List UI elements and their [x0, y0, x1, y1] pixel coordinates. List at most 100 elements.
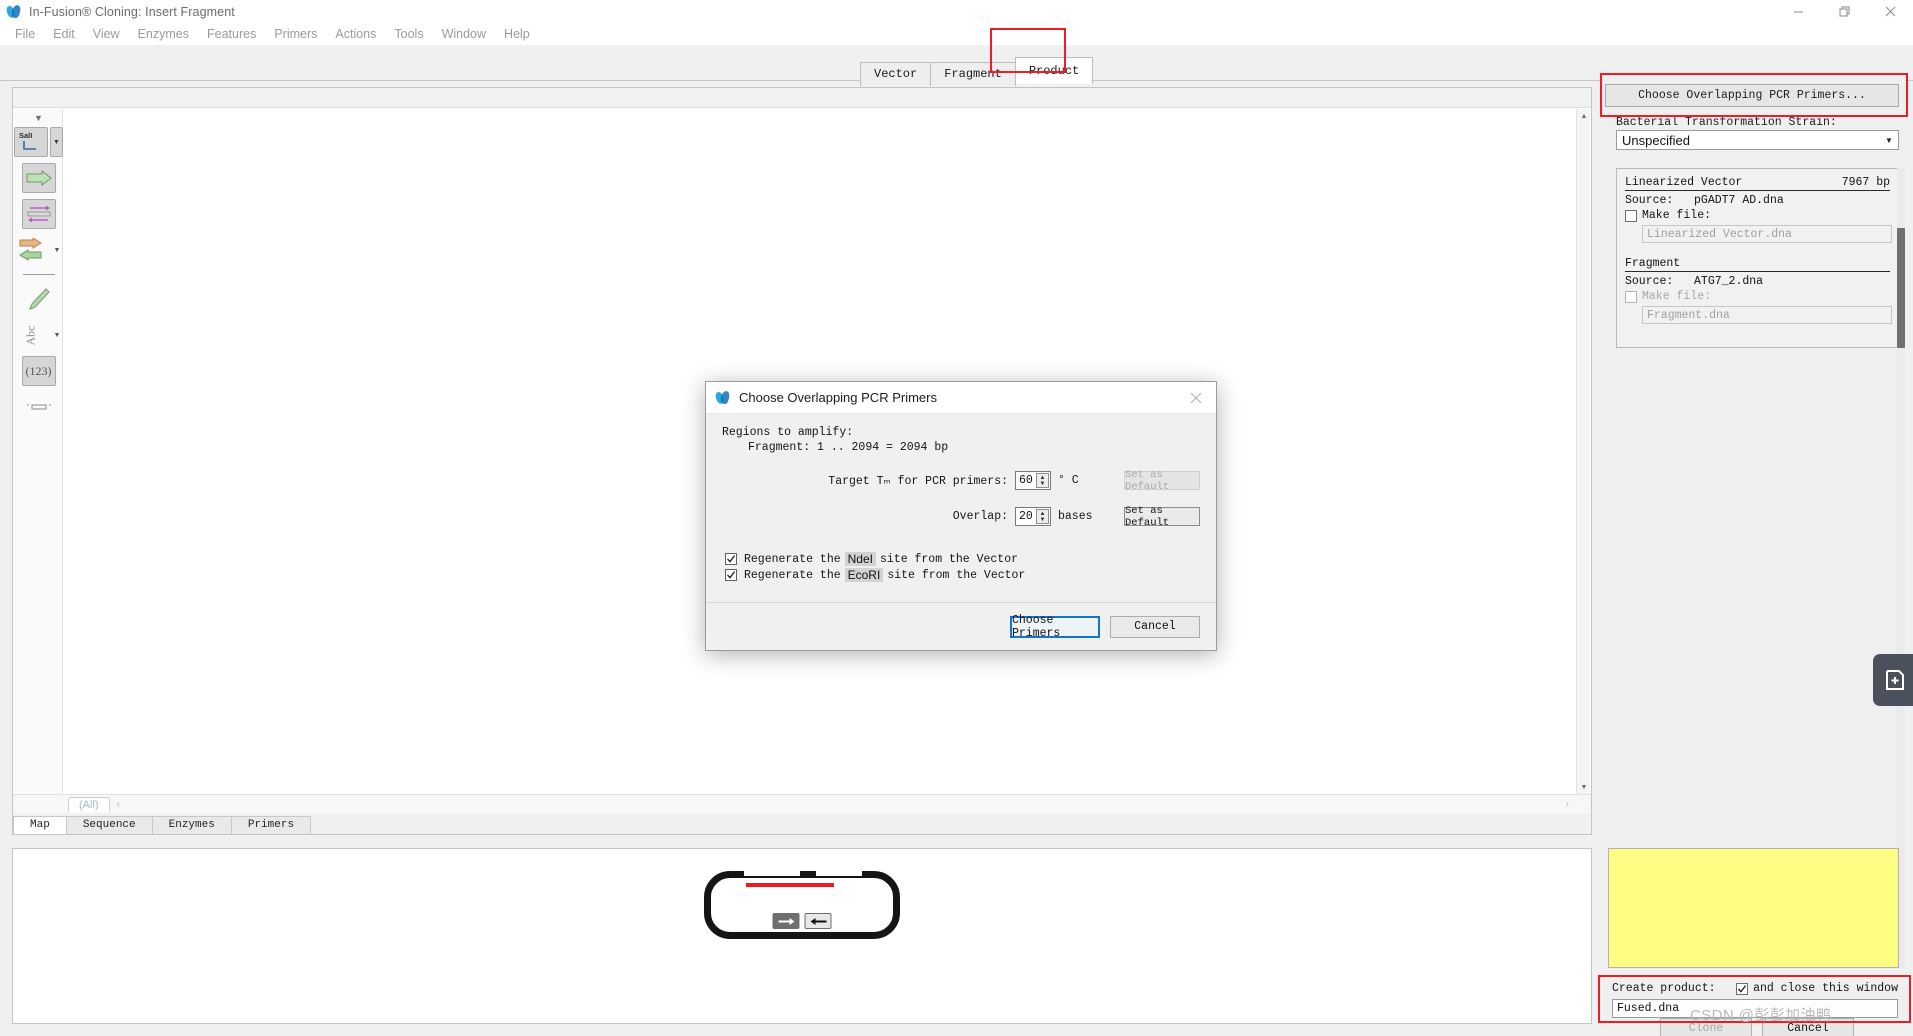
overlap-spin-buttons[interactable]: ▲ ▼	[1036, 509, 1049, 524]
regenerate-ndei-post: site from the Vector	[879, 552, 1019, 566]
target-tm-label: Target Tₘ for PCR primers:	[828, 475, 1008, 488]
filter-all-chip[interactable]: (All)	[68, 797, 110, 812]
regenerate-ecori-post: site from the Vector	[887, 568, 1026, 582]
filter-prev-icon[interactable]: ‹	[117, 799, 120, 810]
minimize-icon[interactable]	[1775, 0, 1821, 23]
scroll-down-icon[interactable]: ▼	[1577, 780, 1591, 794]
editor-view-tabs: Map Sequence Enzymes Primers	[13, 814, 1591, 834]
toolbar-divider	[22, 274, 55, 275]
vector-file-name-input[interactable]: Linearized Vector.dna	[1642, 225, 1892, 243]
restore-icon[interactable]	[1821, 0, 1867, 23]
linearized-vector-title: Linearized Vector	[1625, 176, 1743, 189]
regenerate-ecori-checkbox[interactable]	[725, 569, 737, 581]
add-page-icon	[1886, 670, 1904, 690]
cloning-components-box: Linearized Vector 7967 bp Source: pGADT7…	[1616, 168, 1899, 348]
dialog-title-bar: Choose Overlapping PCR Primers	[706, 382, 1216, 414]
fragment-make-file-row[interactable]: Make file:	[1625, 290, 1890, 303]
menu-file[interactable]: File	[6, 25, 44, 43]
fragment-header: Fragment	[1625, 257, 1890, 272]
menu-primers[interactable]: Primers	[265, 25, 326, 43]
regenerate-sites-group: Regenerate the NdeI site from the Vector…	[725, 552, 1200, 582]
add-page-floating-button[interactable]	[1873, 654, 1913, 706]
linearized-vector-header: Linearized Vector 7967 bp	[1625, 176, 1890, 191]
menu-window[interactable]: Window	[433, 25, 495, 43]
choose-primers-button[interactable]: Choose Primers	[1010, 614, 1100, 640]
close-window-checkbox[interactable]	[1736, 982, 1749, 995]
tab-primers[interactable]: Primers	[230, 816, 312, 834]
enzyme-tool-dropdown[interactable]: ▼	[50, 127, 63, 157]
dialog-body: Regions to amplify: Fragment: 1 .. 2094 …	[706, 414, 1216, 614]
bacterial-strain-select[interactable]: Unspecified ▼	[1616, 130, 1899, 150]
fragment-make-file-checkbox[interactable]	[1625, 290, 1637, 303]
ruler-tool[interactable]	[22, 392, 56, 422]
numbering-label: (123)	[25, 363, 52, 378]
abc-text-tool[interactable]: Abc	[14, 320, 48, 350]
regenerate-ecori-pre: Regenerate the	[744, 568, 841, 582]
vector-make-file-row[interactable]: Make file:	[1625, 209, 1890, 222]
overlap-stepper[interactable]: 20 ▲ ▼	[1015, 507, 1051, 526]
fragment-file-name-input[interactable]: Fragment.dna	[1642, 306, 1892, 324]
linearized-vector-source: Source: pGADT7 AD.dna	[1625, 194, 1890, 207]
toolbar-collapse-caret[interactable]: ▼	[15, 113, 62, 123]
dialog-title: Choose Overlapping PCR Primers	[739, 390, 937, 405]
chevron-down-icon[interactable]: ▼	[1880, 131, 1898, 149]
target-tm-stepper[interactable]: 60 ▲ ▼	[1015, 471, 1051, 490]
tm-set-as-default-button[interactable]: Set as Default	[1124, 469, 1200, 493]
close-icon[interactable]	[1867, 0, 1913, 23]
numbering-tool[interactable]: (123)	[21, 356, 56, 386]
menu-tools[interactable]: Tools	[385, 25, 432, 43]
overlap-unit: bases	[1058, 510, 1093, 523]
overlap-row: Overlap: 20 ▲ ▼ bases Set as Default	[722, 505, 1200, 529]
regions-to-amplify-label: Regions to amplify:	[722, 426, 854, 439]
feature-arrow-tool[interactable]	[21, 163, 56, 193]
regenerate-ndei-pre: Regenerate the	[744, 552, 841, 566]
orf-arrows-tool[interactable]	[14, 235, 48, 265]
title-bar: In-Fusion® Cloning: Insert Fragment	[0, 0, 1913, 23]
reverse-orientation-button[interactable]	[804, 913, 832, 929]
dialog-close-icon[interactable]	[1176, 382, 1216, 414]
filter-next-icon[interactable]: ›	[1566, 799, 1569, 810]
panel-scroll-thumb[interactable]	[1897, 228, 1905, 348]
scroll-up-icon[interactable]: ▲	[1577, 109, 1591, 123]
menu-edit[interactable]: Edit	[44, 25, 84, 43]
tab-product[interactable]: Product	[1014, 57, 1094, 84]
notes-area[interactable]	[1608, 848, 1899, 968]
spin-down-icon[interactable]: ▼	[1040, 517, 1046, 523]
menu-help[interactable]: Help	[495, 25, 539, 43]
create-product-label: Create product:	[1612, 982, 1716, 995]
choose-overlapping-pcr-primers-button[interactable]: Choose Overlapping PCR Primers...	[1605, 84, 1899, 107]
spin-down-icon[interactable]: ▼	[1040, 481, 1046, 487]
editor-vertical-scrollbar[interactable]: ▲ ▼	[1576, 109, 1590, 794]
tab-vector[interactable]: Vector	[860, 62, 932, 86]
regenerate-ndei-checkbox[interactable]	[725, 553, 737, 565]
menu-features[interactable]: Features	[198, 25, 265, 43]
menu-view[interactable]: View	[84, 25, 129, 43]
fragment-make-file-label: Make file:	[1642, 290, 1712, 303]
fragment-title: Fragment	[1625, 257, 1681, 270]
enzyme-chip-ecori: EcoRI	[844, 568, 884, 582]
highlight-pen-tool[interactable]	[22, 284, 56, 314]
dialog-cancel-button[interactable]: Cancel	[1110, 615, 1200, 638]
vector-make-file-checkbox[interactable]	[1625, 209, 1637, 222]
menu-actions[interactable]: Actions	[326, 25, 385, 43]
primer-pair-tool[interactable]	[21, 199, 56, 229]
tab-enzymes[interactable]: Enzymes	[151, 816, 232, 834]
abc-tool-dropdown[interactable]: ▼	[51, 320, 64, 350]
forward-orientation-button[interactable]	[772, 913, 800, 929]
vector-make-file-label: Make file:	[1642, 209, 1712, 222]
tab-map[interactable]: Map	[13, 816, 67, 834]
insert-fragment-marker	[746, 883, 834, 887]
enzyme-sali-tool[interactable]: SalI	[14, 127, 48, 157]
fragment-source-value: ATG7_2.dna	[1694, 275, 1764, 288]
infusion-logo-icon	[714, 389, 731, 406]
regenerate-ndei-row[interactable]: Regenerate the NdeI site from the Vector	[725, 552, 1200, 566]
tab-fragment[interactable]: Fragment	[930, 62, 1016, 86]
editor-filter-bar: (All) ‹ ›	[13, 794, 1591, 814]
menu-enzymes[interactable]: Enzymes	[129, 25, 198, 43]
orf-tool-dropdown[interactable]: ▼	[51, 235, 64, 265]
overlap-set-as-default-button[interactable]: Set as Default	[1124, 505, 1200, 529]
regenerate-ecori-row[interactable]: Regenerate the EcoRI site from the Vecto…	[725, 568, 1200, 582]
fragment-source: Source: ATG7_2.dna	[1625, 275, 1890, 288]
tab-sequence[interactable]: Sequence	[65, 816, 153, 834]
target-tm-spin-buttons[interactable]: ▲ ▼	[1036, 473, 1049, 488]
